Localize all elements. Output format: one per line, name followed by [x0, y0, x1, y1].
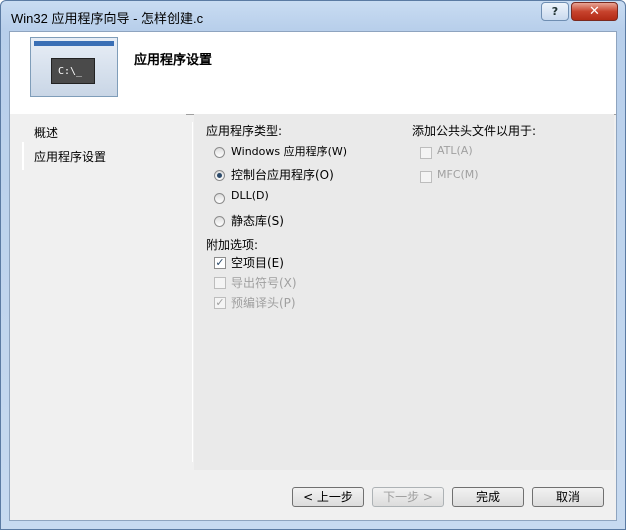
banner-window-bar [34, 41, 114, 46]
window-title: Win32 应用程序向导 - 怎样创建.c [11, 11, 204, 26]
checkbox-mfc-label: MFC(M) [437, 168, 479, 181]
nav-item-app-settings[interactable]: 应用程序设置 [34, 148, 106, 165]
additional-options-label: 附加选项: [206, 238, 259, 252]
checkbox-precompiled-header-label: 预编译头(P) [231, 296, 296, 310]
radio-dll[interactable] [214, 193, 225, 204]
radio-console-app[interactable] [214, 170, 225, 181]
radio-dll-label[interactable]: DLL(D) [231, 189, 269, 202]
page-title: 应用程序设置 [134, 53, 213, 68]
button-bar: < 上一步 下一步 > 完成 取消 [186, 472, 616, 520]
nav-item-overview[interactable]: 概述 [34, 124, 58, 141]
radio-console-app-label[interactable]: 控制台应用程序(O) [231, 166, 334, 183]
app-type-label: 应用程序类型: [206, 124, 283, 138]
wizard-header: C:\_ 应用程序设置 [10, 32, 616, 115]
checkbox-export-symbols [214, 277, 226, 289]
finish-button[interactable]: 完成 [452, 487, 524, 507]
console-icon: C:\_ [51, 58, 95, 84]
help-button[interactable]: ? [541, 2, 569, 21]
wizard-window: Win32 应用程序向导 - 怎样创建.c ? ✕ C:\_ 应用程序设置 概述… [0, 0, 626, 530]
radio-static-lib[interactable] [214, 216, 225, 227]
title-bar[interactable]: Win32 应用程序向导 - 怎样创建.c ? ✕ [1, 1, 625, 29]
wizard-banner-image: C:\_ [30, 37, 118, 97]
common-headers-label: 添加公共头文件以用于: [412, 124, 537, 138]
radio-windows-app[interactable] [214, 147, 225, 158]
checkbox-precompiled-header: ✓ [214, 296, 226, 309]
dialog-client-area: C:\_ 应用程序设置 概述 应用程序设置 应用程序类型: Windows 应用… [9, 31, 617, 521]
checkbox-export-symbols-label: 导出符号(X) [231, 276, 297, 290]
checkbox-mfc [420, 171, 432, 183]
settings-panel: 应用程序类型: Windows 应用程序(W) 控制台应用程序(O) DLL(D… [194, 114, 614, 470]
nav-divider [192, 122, 193, 462]
checkbox-atl-label: ATL(A) [437, 144, 473, 157]
wizard-nav: 概述 应用程序设置 [10, 114, 186, 520]
radio-windows-app-label[interactable]: Windows 应用程序(W) [231, 143, 347, 159]
checkbox-empty-project[interactable]: ✓ [214, 257, 226, 269]
checkbox-empty-project-label[interactable]: 空项目(E) [231, 254, 284, 271]
cancel-button[interactable]: 取消 [532, 487, 604, 507]
radio-static-lib-label[interactable]: 静态库(S) [231, 212, 284, 229]
checkbox-atl [420, 147, 432, 159]
close-button[interactable]: ✕ [571, 2, 618, 21]
prev-button[interactable]: < 上一步 [292, 487, 364, 507]
next-button: 下一步 > [372, 487, 444, 507]
nav-selection-marker [22, 142, 24, 170]
